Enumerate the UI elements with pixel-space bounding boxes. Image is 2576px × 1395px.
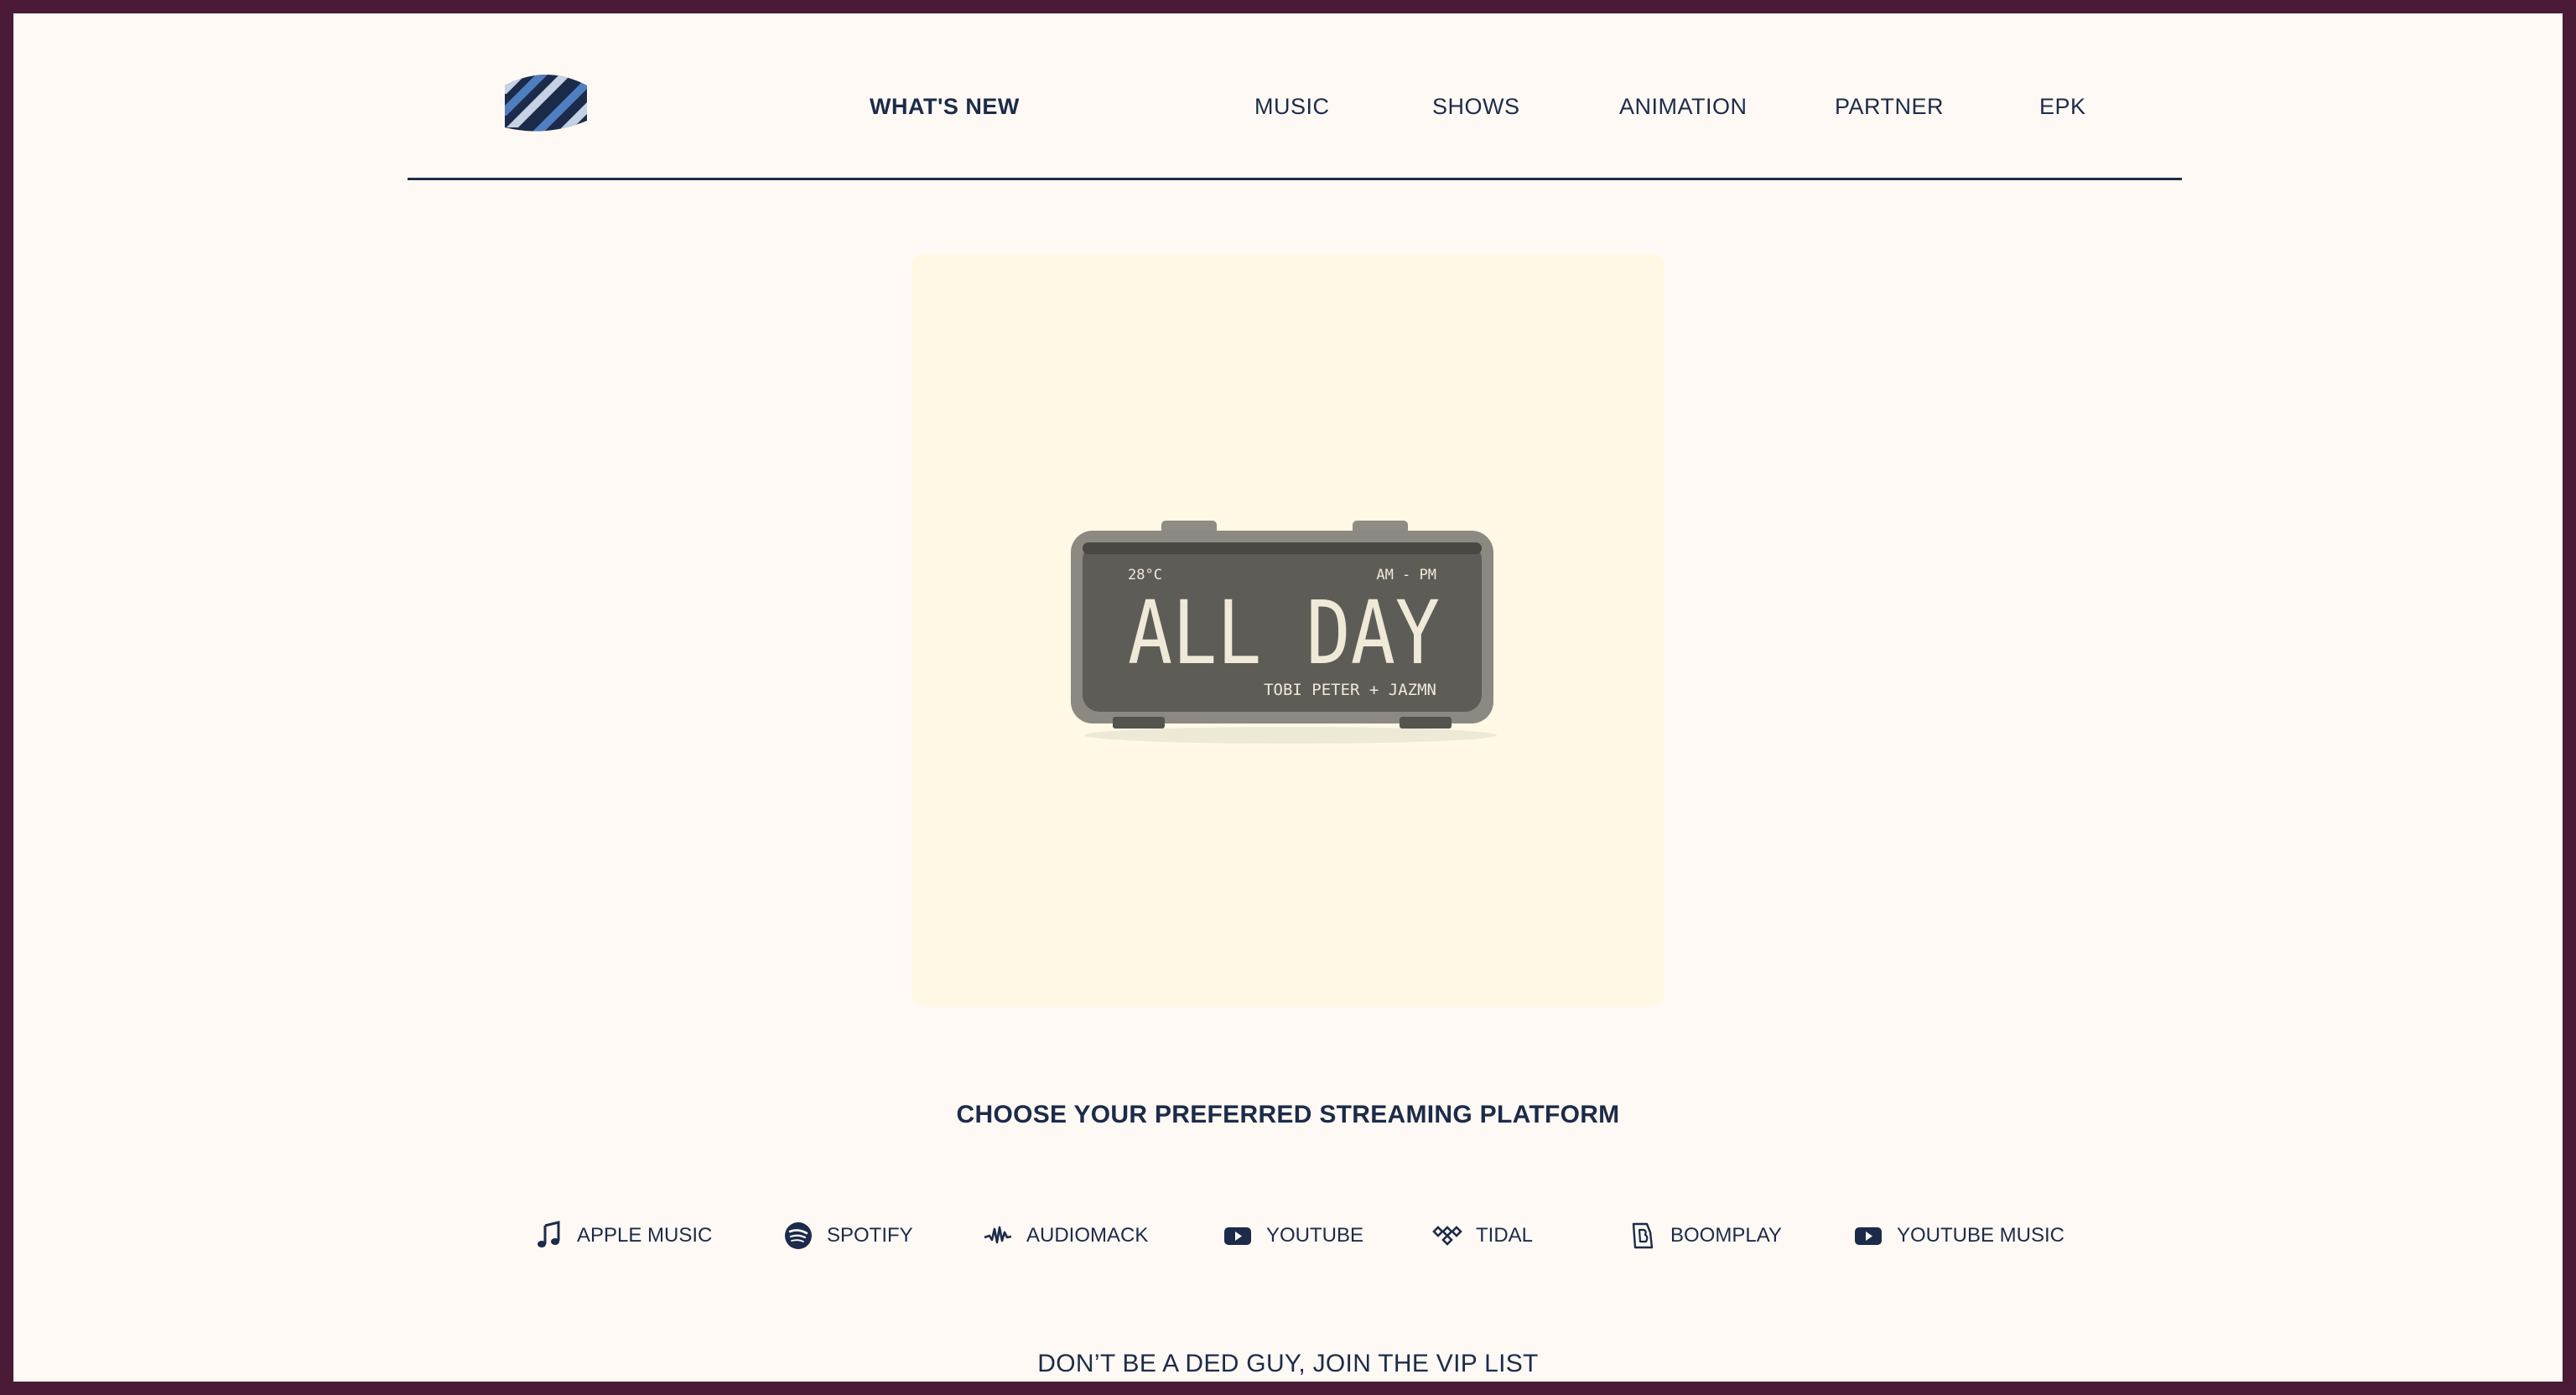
nav-music[interactable]: MUSIC <box>1254 94 1330 120</box>
platform-label: AUDIOMACK <box>1026 1224 1149 1247</box>
nav-partner[interactable]: PARTNER <box>1835 94 1944 120</box>
clock-temperature: 28°C <box>1128 567 1162 583</box>
platform-apple-music[interactable]: APPLE MUSIC <box>533 1221 712 1251</box>
logo-icon[interactable] <box>503 69 589 132</box>
streaming-heading: CHOOSE YOUR PREFERRED STREAMING PLATFORM <box>956 1101 1620 1128</box>
alarm-clock-artwork: 28°C AM - PM ALL DAY TOBI PETER + JAZMN <box>1071 521 1497 744</box>
clock-ampm: AM - PM <box>1376 567 1436 583</box>
boomplay-icon <box>1632 1222 1654 1249</box>
top-nav: WHAT'S NEW MUSIC SHOWS ANIMATION PARTNER… <box>408 13 2182 180</box>
audiomack-icon <box>984 1226 1012 1244</box>
spotify-icon <box>785 1222 812 1249</box>
nav-epk[interactable]: EPK <box>2039 94 2086 120</box>
youtube-icon <box>1224 1227 1251 1245</box>
platform-label: YOUTUBE <box>1266 1224 1364 1247</box>
platform-tidal[interactable]: TIDAL <box>1432 1221 1533 1251</box>
platform-youtube-music[interactable]: YOUTUBE MUSIC <box>1853 1221 2064 1251</box>
nav-animation[interactable]: ANIMATION <box>1619 94 1748 120</box>
cover-title: ALL DAY <box>1128 582 1440 684</box>
youtube-icon <box>1855 1227 1882 1245</box>
platform-label: APPLE MUSIC <box>577 1224 713 1247</box>
cover-art[interactable]: 28°C AM - PM ALL DAY TOBI PETER + JAZMN <box>911 254 1665 1007</box>
platform-label: TIDAL <box>1476 1224 1534 1247</box>
platform-label: SPOTIFY <box>827 1224 913 1247</box>
platform-spotify[interactable]: SPOTIFY <box>783 1221 913 1251</box>
platform-label: BOOMPLAY <box>1670 1224 1782 1247</box>
platform-boomplay[interactable]: BOOMPLAY <box>1627 1221 1782 1251</box>
nav-whats-new[interactable]: WHAT'S NEW <box>870 94 1020 120</box>
platform-youtube[interactable]: YOUTUBE <box>1223 1221 1363 1251</box>
cover-artists: TOBI PETER + JAZMN <box>1264 681 1436 699</box>
platform-audiomack[interactable]: AUDIOMACK <box>983 1221 1148 1251</box>
platform-label: YOUTUBE MUSIC <box>1897 1224 2065 1247</box>
tidal-icon <box>1432 1226 1462 1246</box>
vip-signup-link[interactable]: DON’T BE A DED GUY, JOIN THE VIP LIST <box>13 1350 2563 1378</box>
page: WHAT'S NEW MUSIC SHOWS ANIMATION PARTNER… <box>13 13 2563 1382</box>
music-note-icon <box>538 1221 560 1247</box>
nav-shows[interactable]: SHOWS <box>1432 94 1520 120</box>
